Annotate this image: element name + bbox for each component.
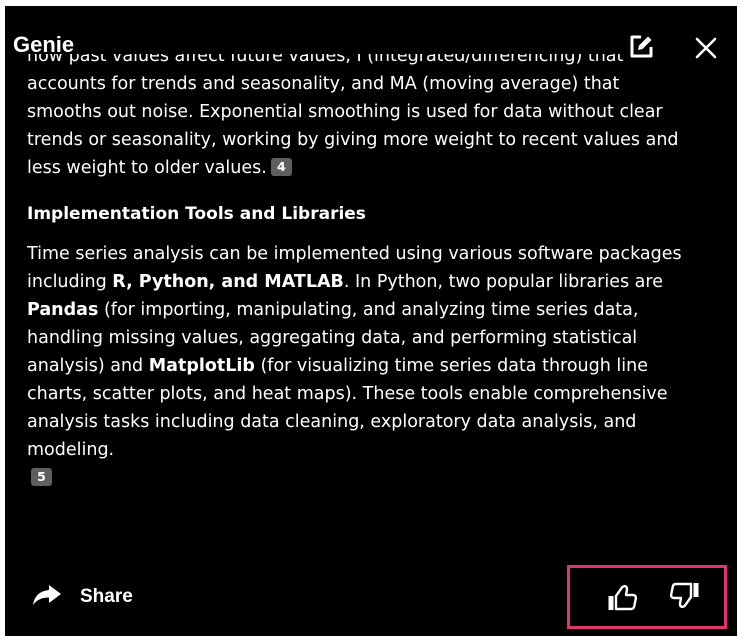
share-button[interactable]: Share (32, 582, 133, 612)
share-label: Share (80, 586, 133, 607)
section-heading: Implementation Tools and Libraries (27, 204, 366, 224)
thumbs-down-icon[interactable] (669, 581, 700, 613)
citation-badge-4[interactable]: 4 (270, 158, 292, 176)
paragraph-text: accounts for trends and seasonality, and… (27, 74, 679, 178)
paragraph-models: accounts for trends and seasonality, and… (27, 70, 687, 182)
paragraph-tools: Time series analysis can be implemented … (27, 240, 687, 492)
citation-badge-5[interactable]: 5 (31, 468, 52, 486)
bold-languages: R, Python, and MATLAB (112, 272, 344, 292)
feedback-highlight (567, 565, 727, 629)
share-arrow-icon (32, 583, 62, 611)
close-icon[interactable] (694, 36, 718, 64)
thumbs-up-icon[interactable] (607, 584, 638, 616)
answer-content: how past values affect future values, I … (27, 54, 687, 572)
genie-panel: Genie how past values affect future valu… (5, 6, 737, 636)
paragraph-text: . In Python, two popular libraries are (343, 272, 663, 292)
bold-pandas: Pandas (27, 300, 99, 320)
bold-matplotlib: MatplotLib (148, 356, 255, 376)
truncated-line: how past values affect future values, I … (27, 54, 624, 66)
